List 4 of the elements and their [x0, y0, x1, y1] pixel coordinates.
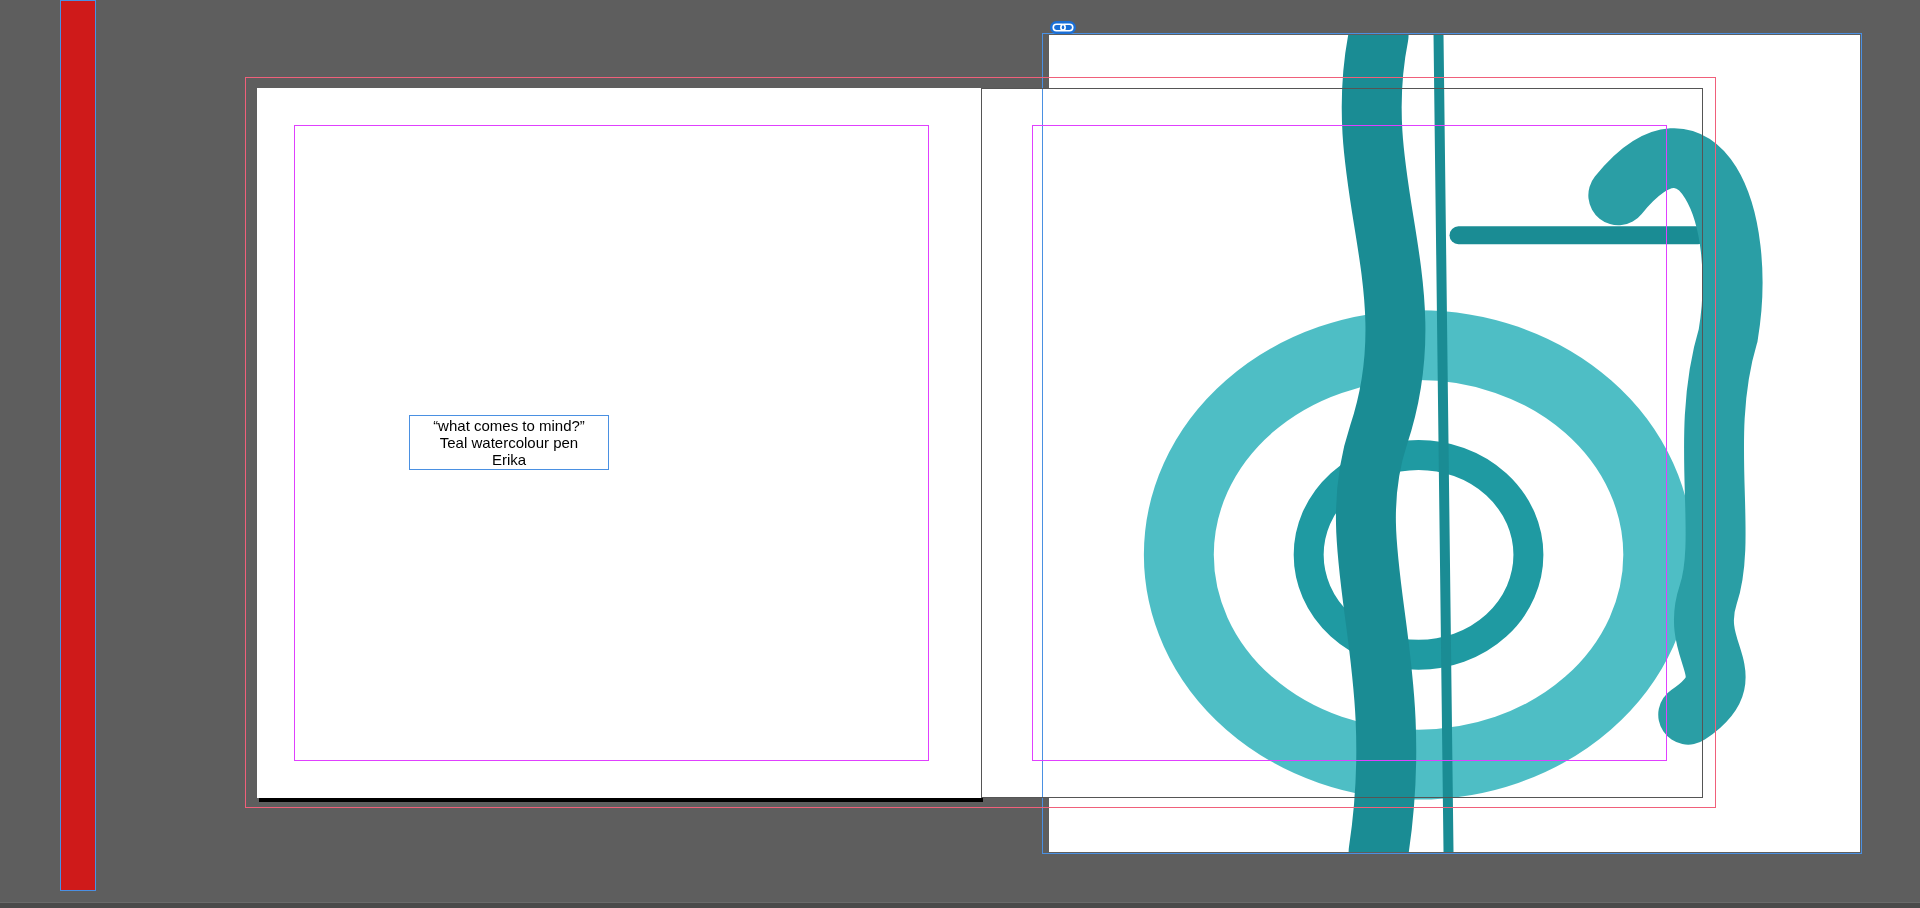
caption-text: Erika: [491, 451, 527, 468]
caption-text: “what comes to mind?”: [433, 417, 585, 434]
text-frame[interactable]: “what comes to mind?” Teal watercolour pen Erika: [409, 415, 609, 470]
caption-text: Teal watercolour pen: [439, 434, 579, 451]
